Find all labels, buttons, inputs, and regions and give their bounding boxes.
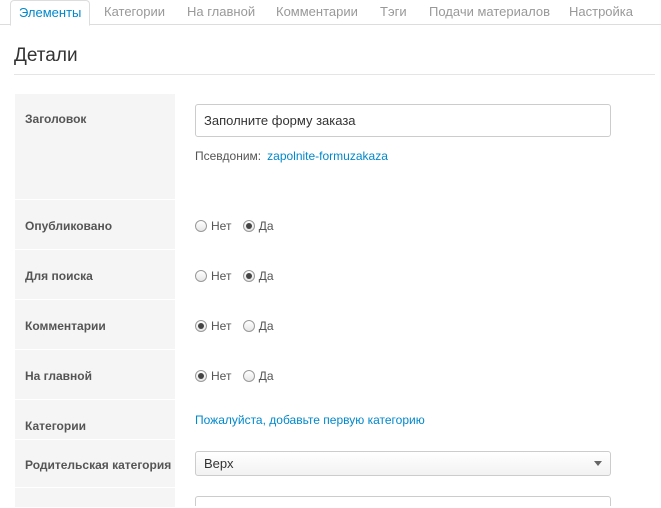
tab-frontpage[interactable]: На главной [187, 0, 255, 25]
tab-comments[interactable]: Комментарии [276, 0, 358, 25]
alias-line: Псевдоним: zapolnite-formuzakaza [195, 149, 388, 163]
page-title: Детали [14, 45, 78, 66]
tab-bar: Элементы Категории На главной Комментари… [0, 0, 661, 26]
alias-link[interactable]: zapolnite-formuzakaza [267, 149, 388, 163]
radio-circle-icon[interactable] [242, 369, 255, 382]
tab-submissions[interactable]: Подачи материалов [429, 0, 550, 25]
published-no-radio[interactable]: Нет [195, 219, 231, 233]
published-radio-group: Нет Да [195, 218, 282, 234]
published-label: Опубликовано [25, 219, 113, 233]
parent-category-value: Верх [204, 456, 234, 471]
searchable-radio-group: Нет Да [195, 268, 282, 284]
parent-category-label: Родительская категория [25, 458, 172, 472]
comments-label: Комментарии [25, 319, 106, 333]
radio-circle-checked-icon[interactable] [195, 369, 207, 382]
radio-option-label: Нет [211, 218, 232, 233]
parent-category-select[interactable]: Верх [195, 451, 611, 476]
label-cell-next [15, 488, 175, 508]
label-cell-title [15, 94, 175, 200]
title-field-label: Заголовок [25, 112, 87, 126]
published-yes-radio[interactable]: Да [242, 218, 274, 233]
radio-option-label: Да [258, 318, 274, 333]
radio-option-label: Нет [211, 318, 232, 333]
searchable-yes-radio[interactable]: Да [242, 268, 274, 283]
radio-option-label: Да [258, 368, 274, 383]
alias-label: Псевдоним: [195, 149, 262, 163]
radio-circle-checked-icon[interactable] [195, 319, 207, 332]
radio-option-label: Нет [211, 368, 232, 383]
radio-option-label: Да [258, 268, 274, 283]
comments-yes-radio[interactable]: Да [242, 318, 274, 333]
frontpage-radio-group: Нет Да [195, 368, 282, 384]
title-input[interactable] [195, 104, 611, 137]
frontpage-label: На главной [25, 369, 93, 383]
radio-circle-checked-icon[interactable] [242, 269, 255, 282]
radio-circle-checked-icon[interactable] [242, 219, 255, 232]
tab-categories[interactable]: Категории [104, 0, 165, 25]
radio-circle-icon[interactable] [195, 269, 207, 282]
comments-no-radio[interactable]: Нет [195, 319, 231, 333]
tab-settings[interactable]: Настройка [569, 0, 633, 25]
radio-circle-icon[interactable] [242, 319, 255, 332]
radio-circle-icon[interactable] [195, 219, 207, 232]
radio-option-label: Нет [211, 268, 232, 283]
categories-label: Категории [25, 419, 86, 433]
searchable-no-radio[interactable]: Нет [195, 269, 231, 283]
chevron-down-icon [594, 461, 602, 466]
next-field-input[interactable] [195, 496, 611, 506]
frontpage-yes-radio[interactable]: Да [242, 368, 274, 383]
add-category-link[interactable]: Пожалуйста, добавьте первую категорию [195, 413, 425, 427]
tab-tags[interactable]: Тэги [380, 0, 407, 25]
searchable-label: Для поиска [25, 269, 93, 283]
frontpage-no-radio[interactable]: Нет [195, 369, 231, 383]
tab-elements[interactable]: Элементы [10, 0, 91, 26]
comments-radio-group: Нет Да [195, 318, 282, 334]
radio-option-label: Да [258, 218, 274, 233]
title-divider [14, 74, 655, 75]
